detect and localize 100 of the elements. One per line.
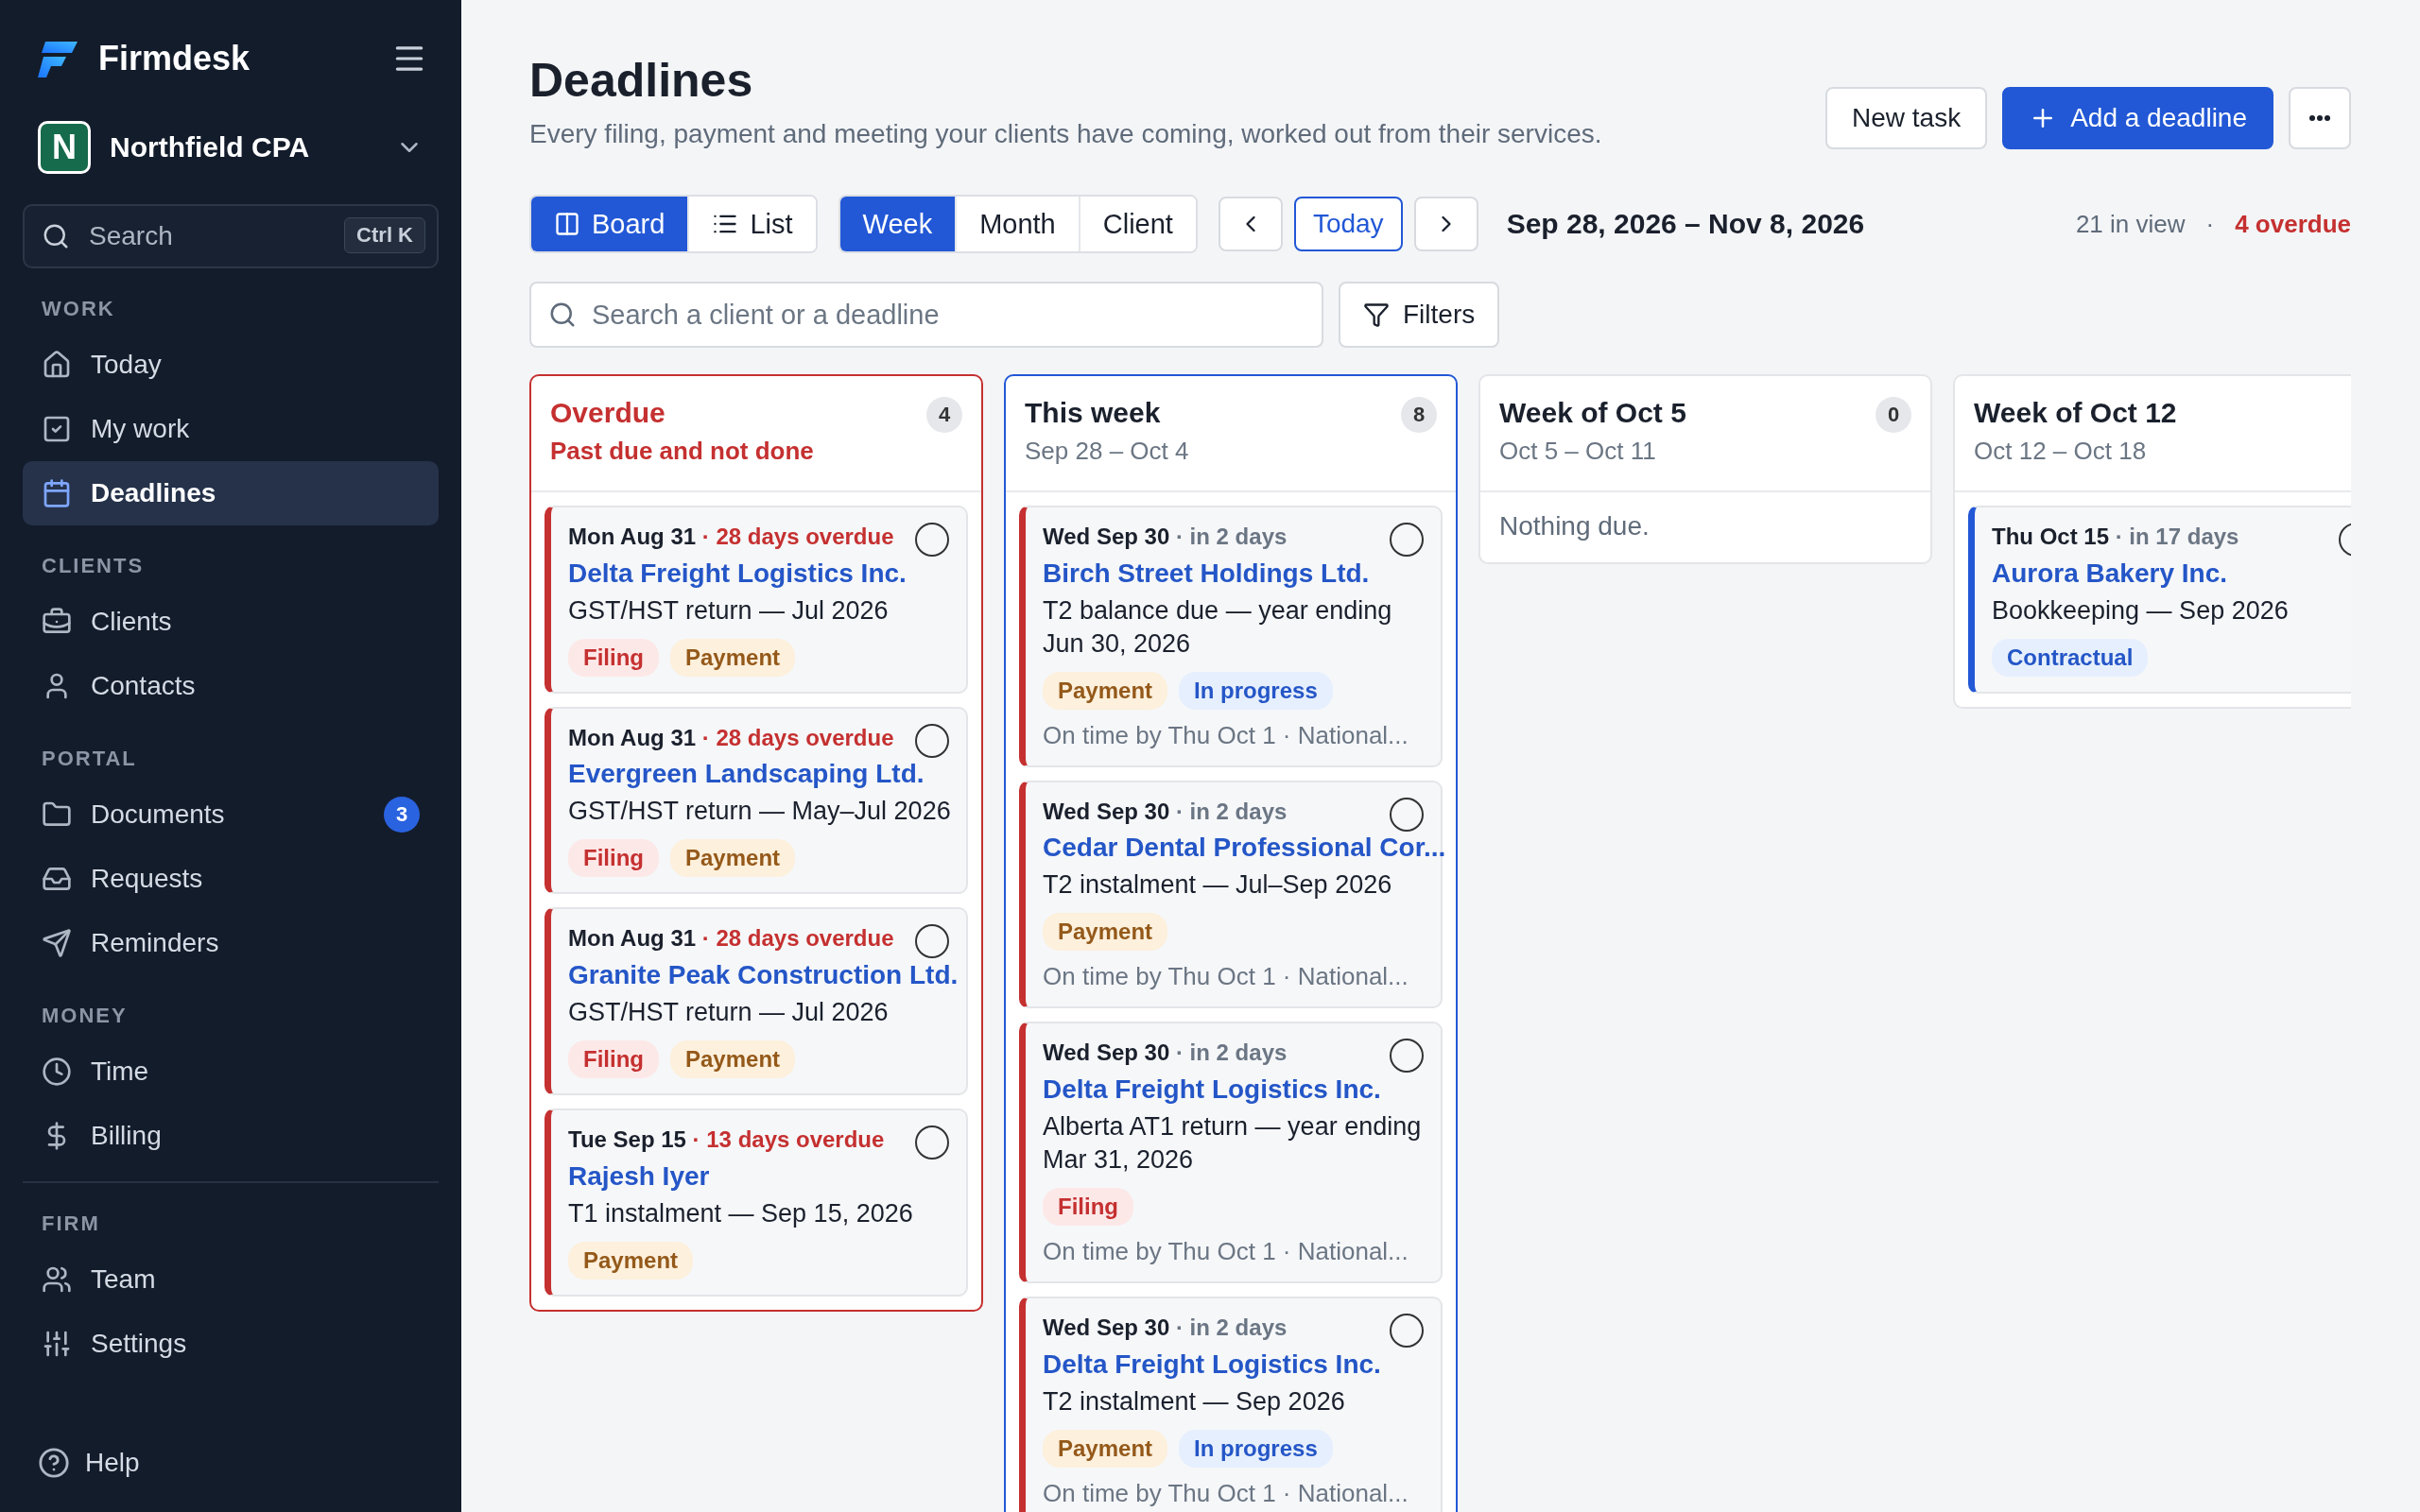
column-title: This week <box>1025 397 1162 429</box>
overdue-count: 4 overdue <box>2235 209 2351 239</box>
tag: Payment <box>1043 913 1168 952</box>
count-badge: 8 <box>1401 397 1437 433</box>
nav-item[interactable]: Team <box>23 1247 439 1312</box>
complete-checkbox[interactable] <box>915 723 949 758</box>
complete-checkbox[interactable] <box>915 1125 949 1160</box>
count-badge: 3 <box>384 797 420 833</box>
section-title: WORK <box>41 296 116 322</box>
client-link[interactable]: Evergreen Landscaping Ltd. <box>568 759 925 789</box>
deadline-card[interactable]: Wed Sep 30 · in 2 days Delta Freight Logistics Inc. T2 instalment — Sep 2026 Payment In progress On time by Thu Oct 1 · National... <box>1019 1297 1443 1512</box>
deadline-card[interactable]: Tue Sep 15 · 13 days overdue Rajesh Iyer T1 instalment — Sep 15, 2026 Payment <box>544 1108 968 1297</box>
task-description: T2 instalment — Jul–Sep 2026 <box>1043 869 1393 902</box>
task-description: T1 instalment — Sep 15, 2026 <box>568 1197 914 1229</box>
page-title: Deadlines <box>529 53 754 108</box>
empty-message: Nothing due. <box>1498 510 1651 542</box>
tag: Filing <box>1043 1188 1133 1227</box>
task-description: Bookkeeping — Sep 2026 <box>1992 594 2290 627</box>
columns-icon <box>554 211 580 237</box>
count-badge: 0 <box>1876 397 1911 433</box>
help-icon <box>38 1447 70 1479</box>
view-tab[interactable]: Board <box>531 197 690 251</box>
column-subtitle: Past due and not done <box>550 437 815 466</box>
status-note: On time by Thu Oct 1 · National... <box>1043 1478 1409 1508</box>
tag: Payment <box>1043 1429 1168 1468</box>
due-date: Thu Oct 15 · in 17 days <box>1992 523 2240 551</box>
client-link[interactable]: Delta Freight Logistics Inc. <box>568 558 907 588</box>
filters-button[interactable]: Filters <box>1339 282 1500 348</box>
search-icon <box>42 222 70 250</box>
column-subtitle: Oct 12 – Oct 18 <box>1974 437 2148 466</box>
add-deadline-button[interactable]: Add a deadline <box>2002 87 2273 149</box>
section-title: PORTAL <box>41 746 138 772</box>
nav-item[interactable]: Clients <box>23 590 439 654</box>
section-title: CLIENTS <box>41 553 146 579</box>
client-link[interactable]: Birch Street Holdings Ltd. <box>1043 558 1370 588</box>
due-date: Mon Aug 31 · 28 days overdue <box>568 924 895 954</box>
tag: Filing <box>568 1040 659 1079</box>
deadline-card[interactable]: Thu Oct 15 · in 17 days Aurora Bakery Inc. Bookkeeping — Sep 2026 Contractual <box>1968 506 2351 694</box>
deadline-card[interactable]: Wed Sep 30 · in 2 days Birch Street Holdings Ltd. T2 balance due — year ending Jun 30, 2026 Payment In progress On time by Thu Oct 1 · National... <box>1019 506 1443 767</box>
nav-item[interactable]: Today <box>23 333 439 397</box>
complete-checkbox[interactable] <box>1390 523 1424 557</box>
nav-item[interactable]: Contacts <box>23 654 439 718</box>
nav-label: Clients <box>91 607 173 637</box>
workspace-name[interactable]: Northfield CPA <box>110 131 376 163</box>
task-description: Alberta AT1 return — year ending Mar 31, 2026 <box>1043 1111 1423 1177</box>
range-tab[interactable]: Week <box>839 197 958 251</box>
nav-item[interactable]: Time <box>23 1040 439 1104</box>
date-range: Sep 28, 2026 – Nov 8, 2026 <box>1506 208 1865 240</box>
deadline-card[interactable]: Mon Aug 31 · 28 days overdue Granite Peak Construction Ltd. GST/HST return — Jul 2026 Filing Payment <box>544 907 968 1096</box>
nav-label: Team <box>91 1264 157 1295</box>
nav-label: Billing <box>91 1121 163 1151</box>
deadline-card[interactable]: Mon Aug 31 · 28 days overdue Evergreen Landscaping Ltd. GST/HST return — May–Jul 2026 Filing Payment <box>544 706 968 895</box>
deadline-card[interactable]: Wed Sep 30 · in 2 days Delta Freight Logistics Inc. Alberta AT1 return — year ending Mar 31, 2026 Filing On time by Thu Oct 1 · National... <box>1019 1022 1443 1284</box>
nav-item[interactable]: Settings <box>23 1312 439 1376</box>
today-button[interactable]: Today <box>1293 197 1403 251</box>
filter-icon <box>1363 301 1390 328</box>
client-link[interactable]: Delta Freight Logistics Inc. <box>1043 1074 1381 1105</box>
nav-item[interactable]: Deadlines <box>23 461 439 525</box>
nav-label: Deadlines <box>91 478 217 508</box>
tag: In progress <box>1179 671 1333 710</box>
column-subtitle: Sep 28 – Oct 4 <box>1025 437 1190 466</box>
page-subtitle: Every filing, payment and meeting your clients have coming, worked out from their services. <box>529 119 1603 149</box>
complete-checkbox[interactable] <box>1390 1039 1424 1074</box>
app-name: Firmdesk <box>98 39 251 78</box>
status-note: On time by Thu Oct 1 · National... <box>1043 1237 1409 1267</box>
nav-label: Reminders <box>91 928 220 958</box>
nav-item[interactable]: Billing <box>23 1104 439 1168</box>
nav-item[interactable]: Documents 3 <box>23 782 439 847</box>
deadline-card[interactable]: Wed Sep 30 · in 2 days Cedar Dental Professional Cor... T2 instalment — Jul–Sep 2026 Payment On time by Thu Oct 1 · National... <box>1019 780 1443 1009</box>
complete-checkbox[interactable] <box>915 523 949 557</box>
board-search-field[interactable]: Search a client or a deadline <box>529 282 1323 348</box>
help-link[interactable]: Help <box>23 1433 439 1493</box>
client-link[interactable]: Rajesh Iyer <box>568 1160 710 1191</box>
nav-item[interactable]: My work <box>23 397 439 461</box>
complete-checkbox[interactable] <box>1390 1314 1424 1349</box>
tag: Filing <box>568 638 659 677</box>
tag: Payment <box>670 1040 796 1079</box>
client-link[interactable]: Delta Freight Logistics Inc. <box>1043 1349 1381 1379</box>
client-link[interactable]: Aurora Bakery Inc. <box>1992 558 2227 588</box>
client-link[interactable]: Granite Peak Construction Ltd. <box>568 959 959 989</box>
column-title: Week of Oct 12 <box>1974 397 2178 429</box>
more-button[interactable] <box>2289 87 2351 149</box>
new-task-button[interactable]: New task <box>1825 87 1988 149</box>
tag: Payment <box>568 1241 694 1280</box>
shortcut-hint: Ctrl K <box>344 217 425 253</box>
nav-item[interactable]: Requests <box>23 847 439 911</box>
nav-icon <box>42 928 72 958</box>
status-note: On time by Thu Oct 1 · National... <box>1043 720 1409 750</box>
nav-label: My work <box>91 414 191 444</box>
tag: Payment <box>1043 671 1168 710</box>
complete-checkbox[interactable] <box>1390 797 1424 832</box>
nav-icon <box>42 1329 72 1359</box>
tag: Payment <box>670 839 796 878</box>
complete-checkbox[interactable] <box>915 924 949 959</box>
due-date: Mon Aug 31 · 28 days overdue <box>568 523 895 551</box>
more-icon <box>2309 115 2330 121</box>
due-date: Wed Sep 30 · in 2 days <box>1043 797 1288 826</box>
deadline-card[interactable]: Mon Aug 31 · 28 days overdue Delta Freight Logistics Inc. GST/HST return — Jul 2026 Filing Payment <box>544 506 968 694</box>
nav-icon <box>42 1264 72 1295</box>
nav-item[interactable]: Reminders <box>23 911 439 975</box>
